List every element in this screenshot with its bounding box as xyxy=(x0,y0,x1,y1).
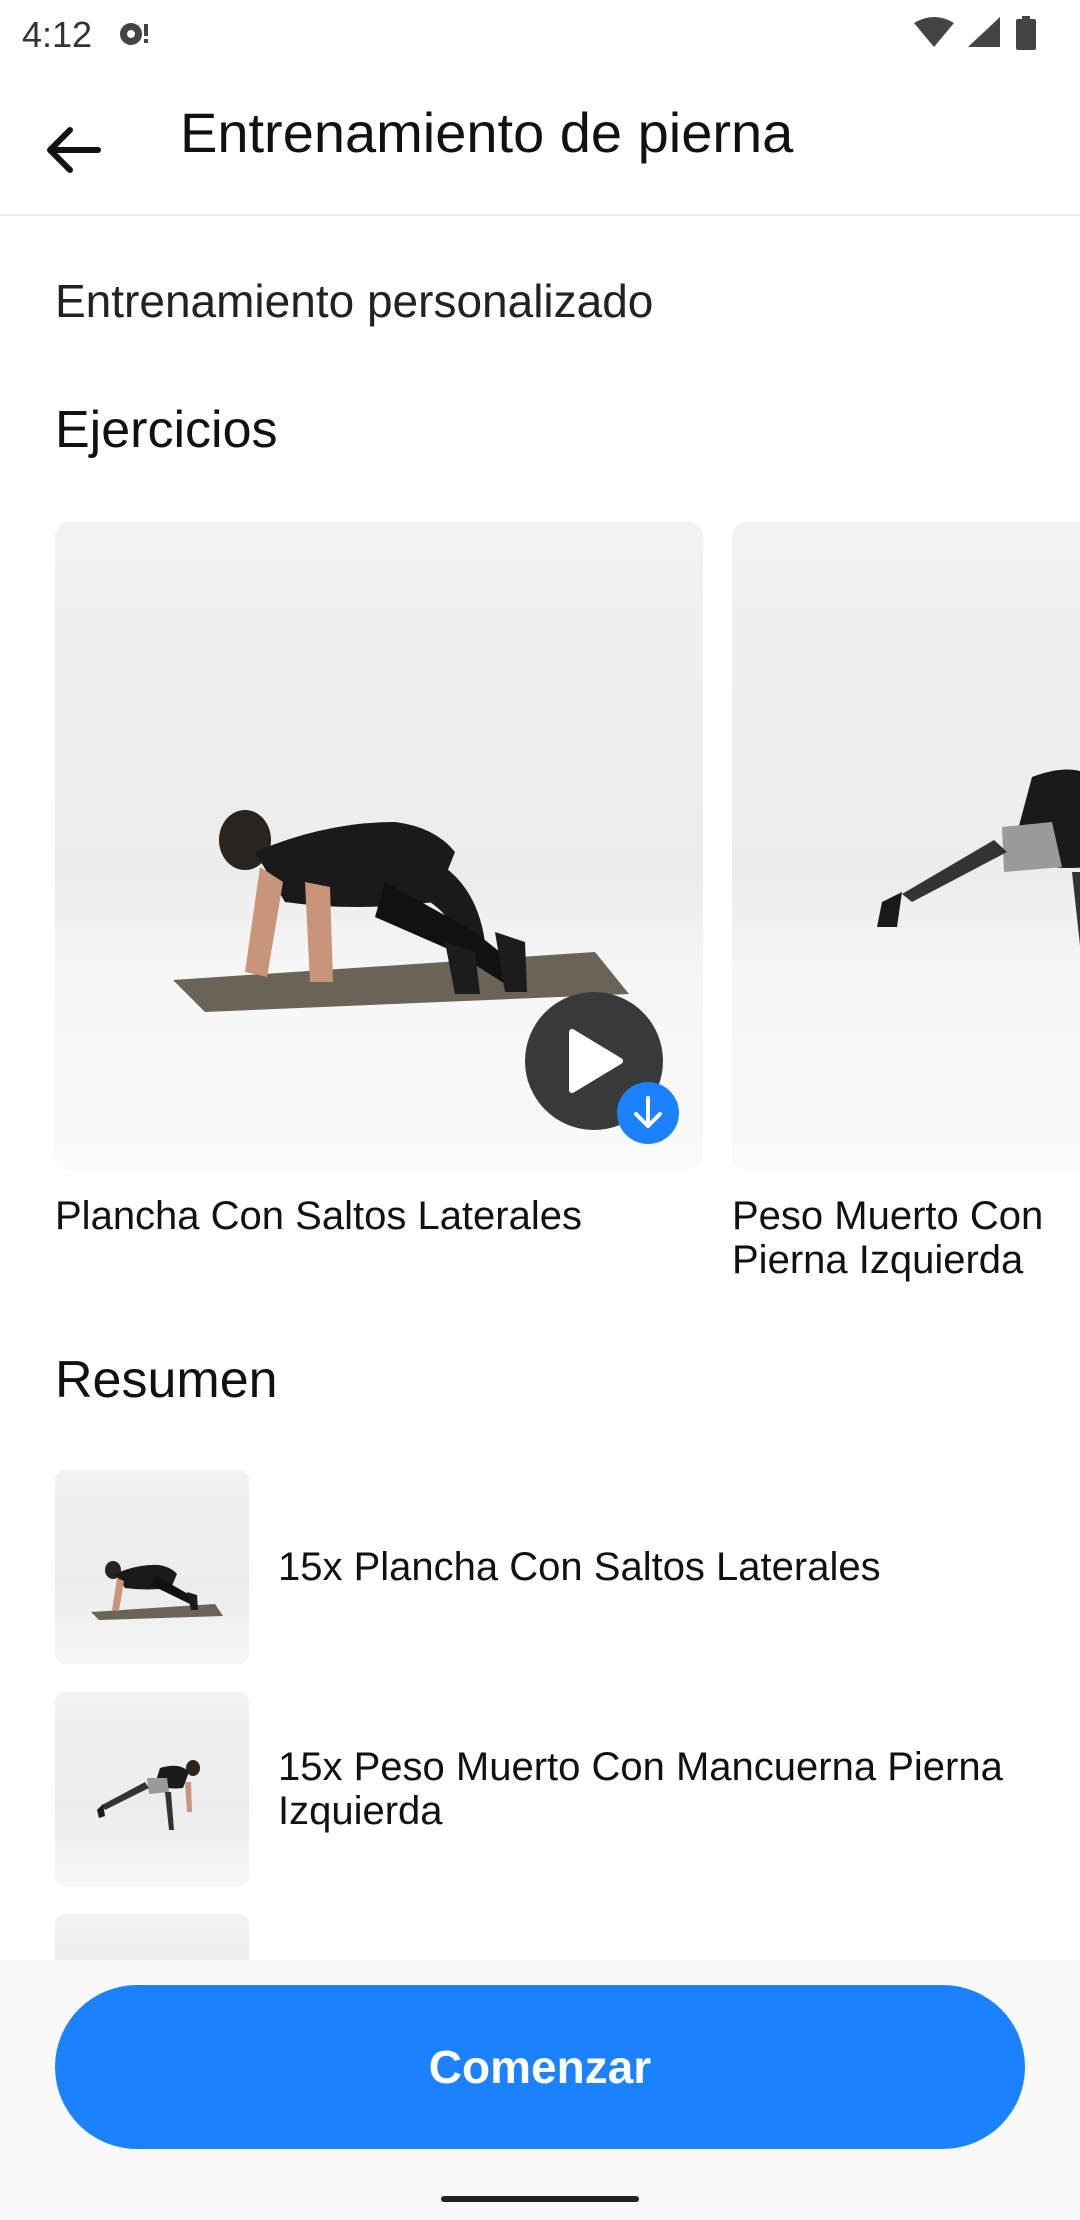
start-button[interactable]: Comenzar xyxy=(55,1985,1025,2149)
exercises-heading: Ejercicios xyxy=(55,401,278,459)
exercise-title: Plancha Con Saltos Laterales xyxy=(55,1194,582,1238)
app-bar: Entrenamiento de pierna xyxy=(0,66,1080,216)
summary-thumbnail xyxy=(55,1470,249,1664)
summary-list-item[interactable]: 15x Plancha Con Saltos Laterales xyxy=(55,1470,1055,1664)
status-time: 4:12 xyxy=(22,14,93,55)
page-title: Entrenamiento de pierna xyxy=(180,101,794,164)
home-indicator[interactable] xyxy=(441,2196,639,2202)
wifi-icon xyxy=(914,17,954,54)
exercise-video-thumbnail[interactable] xyxy=(732,522,1080,1170)
summary-heading: Resumen xyxy=(55,1351,278,1409)
download-badge[interactable] xyxy=(617,1082,679,1144)
summary-list-item[interactable]: 15x Peso Muerto Con Mancuerna Pierna Izq… xyxy=(55,1692,1055,1886)
summary-thumbnail xyxy=(55,1692,249,1886)
notification-icon xyxy=(116,18,150,48)
exercise-carousel[interactable]: Plancha Con Saltos Laterales Peso Muerto… xyxy=(55,522,1080,1302)
back-button[interactable] xyxy=(36,114,108,186)
exercise-title: Peso Muerto Con Pierna Izquierda xyxy=(732,1194,1044,1282)
battery-icon xyxy=(1016,16,1036,55)
arrow-left-icon xyxy=(47,127,101,173)
exercise-illustration xyxy=(877,769,1080,946)
play-icon xyxy=(569,1029,623,1093)
signal-icon xyxy=(968,17,1002,54)
exercise-video-thumbnail[interactable] xyxy=(55,522,703,1170)
exercise-card[interactable]: Peso Muerto Con Pierna Izquierda xyxy=(732,522,1080,1282)
download-icon xyxy=(634,1096,662,1128)
workout-subtitle: Entrenamiento personalizado xyxy=(55,275,654,327)
exercise-card[interactable]: Plancha Con Saltos Laterales xyxy=(55,522,703,1238)
summary-item-label: 15x Peso Muerto Con Mancuerna Pierna Izq… xyxy=(278,1745,1003,1833)
summary-item-label: 15x Plancha Con Saltos Laterales xyxy=(278,1545,881,1589)
status-bar: 4:12 xyxy=(0,0,1080,66)
